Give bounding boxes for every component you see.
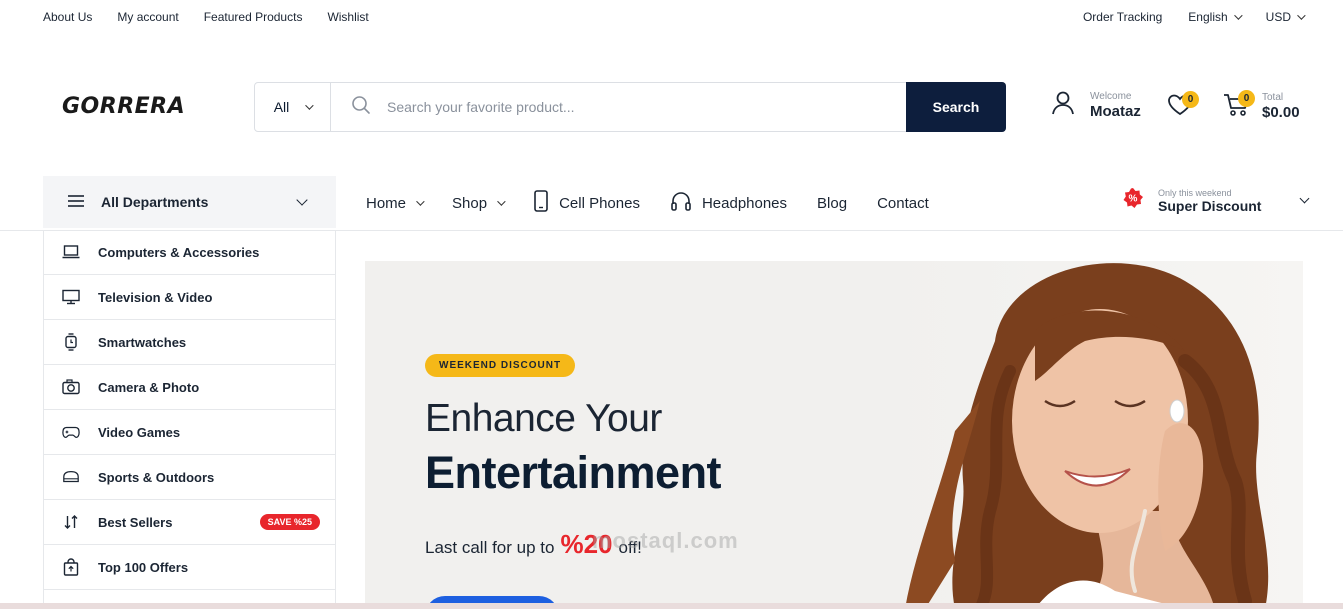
top-bar: About Us My account Featured Products Wi…	[0, 0, 1343, 34]
language-dropdown[interactable]: English	[1188, 10, 1243, 24]
wishlist-link[interactable]: Wishlist	[327, 10, 368, 24]
nav-item-shop[interactable]: Shop	[452, 194, 506, 212]
search-button[interactable]: Search	[906, 82, 1006, 132]
chevron-down-icon	[497, 197, 506, 206]
hero-model-image	[885, 261, 1303, 609]
nav-label: Headphones	[701, 194, 788, 212]
all-departments-label: All Departments	[101, 194, 209, 210]
category-item[interactable]: Camera & Photo	[44, 365, 335, 410]
watermark-text: mostaql.com	[592, 528, 739, 553]
promo-title: Super Discount	[1158, 197, 1262, 214]
laptop-icon	[62, 243, 80, 261]
shopping-bag-icon	[62, 558, 80, 576]
search-category-select[interactable]: All	[255, 83, 331, 131]
camera-icon	[62, 378, 80, 396]
cart-button[interactable]: 0 Total $0.00	[1222, 90, 1300, 123]
main-nav: Home Shop Cell Phones Headphones Blog Co…	[366, 190, 959, 216]
wishlist-button[interactable]: 0	[1167, 91, 1199, 122]
nav-label: Cell Phones	[559, 194, 640, 212]
search-bar: All Search	[254, 82, 1006, 132]
category-item[interactable]: Top 100 Offers	[44, 545, 335, 590]
discount-icon: %	[1122, 187, 1144, 214]
wishlist-count-badge: 0	[1182, 91, 1199, 108]
category-item[interactable]: Best Sellers SAVE %25	[44, 500, 335, 545]
language-label: English	[1188, 10, 1228, 24]
nav-item-home[interactable]: Home	[366, 194, 425, 212]
order-tracking-link[interactable]: Order Tracking	[1083, 10, 1162, 24]
search-input[interactable]	[387, 99, 867, 115]
category-sidebar: Computers & Accessories Television & Vid…	[43, 230, 336, 609]
user-icon	[1050, 90, 1076, 121]
nav-item-blog[interactable]: Blog	[817, 195, 847, 212]
search-category-label: All	[273, 99, 290, 115]
svg-text:%: %	[1129, 194, 1138, 205]
nav-label: Shop	[452, 194, 488, 212]
category-label: Sports & Outdoors	[98, 469, 215, 485]
save-badge: SAVE %25	[259, 514, 320, 530]
hero-title-line2: Entertainment	[425, 447, 722, 498]
nav-label: Contact	[877, 194, 929, 212]
headphones-icon	[670, 190, 692, 216]
category-label: Best Sellers	[98, 514, 173, 530]
nav-item-contact[interactable]: Contact	[877, 195, 929, 212]
category-label: Computers & Accessories	[98, 244, 260, 260]
nav-label: Blog	[817, 194, 848, 212]
monitor-icon	[62, 288, 80, 306]
currency-dropdown[interactable]: USD	[1265, 10, 1306, 24]
nav-item-headphones[interactable]: Headphones	[670, 190, 787, 216]
promo-small-text: Only this weekend	[1158, 187, 1232, 198]
category-item[interactable]: Smartwatches	[44, 320, 335, 365]
site-logo[interactable]: GORRERA	[62, 94, 185, 119]
cart-count-badge: 0	[1238, 90, 1255, 107]
weekend-discount-tag: WEEKEND DISCOUNT	[425, 354, 576, 377]
cart-icon: 0	[1222, 90, 1255, 123]
bottom-strip	[0, 603, 1343, 609]
category-label: Television & Video	[98, 289, 213, 305]
hero-subtitle-prefix: Last call for up to	[425, 538, 555, 557]
my-account-link[interactable]: My account	[117, 10, 178, 24]
sort-arrows-icon	[62, 513, 80, 531]
sports-icon	[62, 468, 80, 486]
menu-icon	[67, 194, 85, 211]
nav-label: Home	[366, 194, 407, 212]
account-link[interactable]: Welcome Moataz	[1050, 90, 1141, 121]
category-label: Smartwatches	[98, 334, 187, 350]
chevron-down-icon	[296, 194, 308, 206]
search-icon	[351, 95, 371, 120]
category-item[interactable]: Computers & Accessories	[44, 230, 335, 275]
category-item[interactable]: Video Games	[44, 410, 335, 455]
welcome-label: Welcome	[1090, 91, 1132, 102]
chevron-down-icon	[416, 197, 425, 206]
chevron-down-icon	[1297, 11, 1306, 20]
nav-item-cell-phones[interactable]: Cell Phones	[533, 190, 640, 216]
super-discount-dropdown[interactable]: % Only this weekend Super Discount	[1122, 187, 1310, 214]
cart-total-label: Total	[1262, 92, 1284, 103]
category-label: Video Games	[98, 424, 181, 440]
category-item[interactable]: Television & Video	[44, 275, 335, 320]
account-name: Moataz	[1090, 103, 1141, 120]
about-us-link[interactable]: About Us	[43, 10, 92, 24]
smartwatch-icon	[62, 333, 80, 351]
currency-label: USD	[1265, 10, 1291, 24]
all-departments-toggle[interactable]: All Departments	[43, 176, 336, 228]
cart-total: $0.00	[1262, 104, 1300, 121]
category-label: Top 100 Offers	[98, 559, 189, 575]
chevron-down-icon	[1233, 11, 1243, 20]
hero-title-line1: Enhance Your	[425, 397, 662, 440]
chevron-down-icon	[305, 101, 314, 110]
category-label: Camera & Photo	[98, 379, 200, 395]
featured-products-link[interactable]: Featured Products	[204, 10, 303, 24]
category-item[interactable]: Sports & Outdoors	[44, 455, 335, 500]
chevron-down-icon	[1300, 193, 1310, 204]
gamepad-icon	[62, 423, 80, 441]
hero-banner: WEEKEND DISCOUNT Enhance Your Entertainm…	[365, 261, 1303, 609]
phone-icon	[533, 190, 549, 216]
